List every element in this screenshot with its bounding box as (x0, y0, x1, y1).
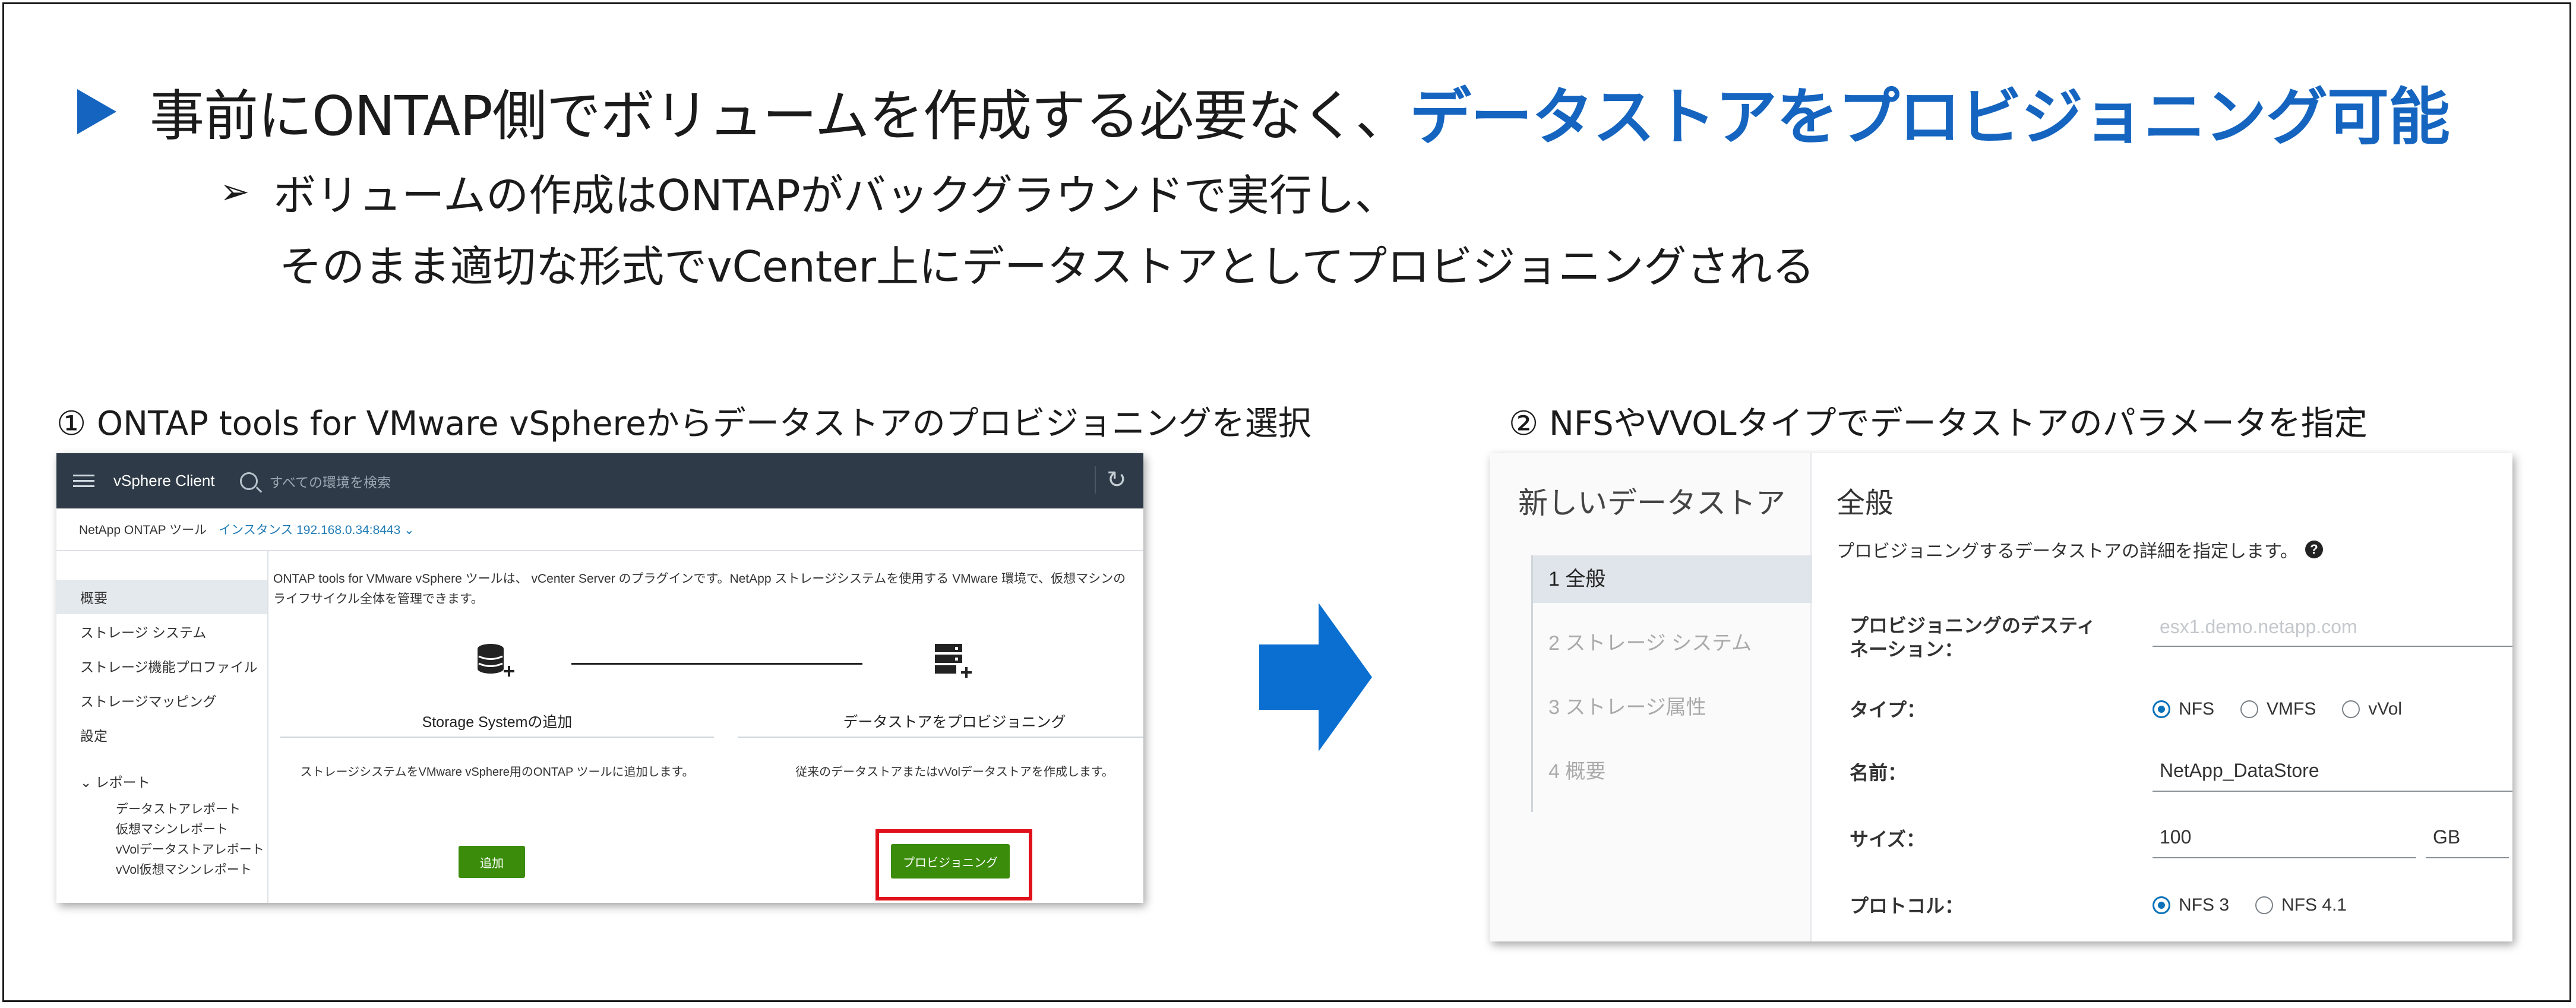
size-field[interactable]: 100 (2153, 823, 2416, 858)
highlight-box (875, 829, 1032, 900)
type-option-label: NFS (2179, 699, 2214, 719)
search-input[interactable]: すべての環境を検索 (270, 471, 391, 491)
radio-selected-icon[interactable] (2153, 896, 2170, 914)
sidebar-item-settings[interactable]: 設定 (56, 718, 267, 752)
arrowhead-bullet-icon: ➢ (220, 170, 250, 213)
protocol-radio-group: NFS 3 NFS 4.1 (2153, 895, 2373, 915)
help-icon[interactable]: ? (2305, 541, 2323, 558)
caption-left: ① ONTAP tools for VMware vSphereからデータストア… (56, 405, 1311, 443)
sidebar-item-reports[interactable]: ⌄ レポート (56, 764, 267, 798)
type-option-vvol[interactable]: vVol (2342, 699, 2402, 719)
type-label: タイプ： (1850, 699, 1926, 721)
radio-icon[interactable] (2342, 700, 2360, 718)
type-radio-group: NFS VMFS vVol (2153, 699, 2428, 719)
report-item-vm[interactable]: 仮想マシンレポート (56, 819, 267, 839)
wizard-description: プロビジョニングするデータストアの詳細を指定します。 ? (1837, 536, 2323, 563)
divider (280, 737, 714, 738)
headline-highlight: データストアをプロビジョニング可能 (1409, 81, 2450, 153)
destination-label: プロビジョニングのデスティネーション： (1850, 615, 2096, 660)
report-item-vvol-datastore[interactable]: vVolデータストアレポート (56, 839, 267, 859)
protocol-option-label: NFS 3 (2179, 895, 2230, 915)
panel-add-storage: Storage Systemの追加 ストレージシステムをVMware vSphe… (280, 640, 714, 902)
intro-text: ONTAP tools for VMware vSphere ツールは、 vCe… (273, 572, 1126, 606)
wizard-step-general[interactable]: 1 全般 (1533, 555, 1812, 603)
sidebar-item-storage-systems[interactable]: ストレージ システム (56, 614, 267, 649)
type-option-nfs[interactable]: NFS (2153, 699, 2214, 719)
type-option-vmfs[interactable]: VMFS (2240, 699, 2316, 719)
panel-provision-datastore: データストアをプロビジョニング 従来のデータストアまたはvVolデータストアを作… (738, 640, 1143, 902)
protocol-option-nfs3[interactable]: NFS 3 (2153, 895, 2229, 915)
wizard-step-storage-attributes[interactable]: 3 ストレージ属性 (1533, 684, 1812, 731)
sidebar-item-overview[interactable]: 概要 (56, 580, 267, 614)
wizard-step-summary[interactable]: 4 概要 (1533, 748, 1812, 795)
vsphere-top-bar: vSphere Client すべての環境を検索 ↻ (56, 453, 1143, 508)
add-button[interactable]: 追加 (459, 846, 525, 878)
type-option-label: vVol (2368, 699, 2403, 719)
protocol-option-label: NFS 4.1 (2281, 895, 2347, 915)
destination-field[interactable]: esx1.demo.netapp.com (2153, 612, 2512, 647)
sub-line-2: そのまま適切な形式でvCenter上にデータストアとしてプロビジョニングされる (279, 242, 1815, 292)
triangle-bullet-icon (77, 89, 116, 134)
panel-provision-title: データストアをプロビジョニング (843, 714, 1066, 731)
protocol-label: プロトコル： (1850, 895, 1964, 917)
server-add-icon (935, 644, 972, 678)
wizard-heading: 全般 (1837, 488, 1894, 519)
size-unit-select[interactable]: GB (2426, 823, 2509, 858)
menu-icon[interactable] (73, 475, 94, 487)
plugin-overview: ONTAP tools for VMware vSphere ツールは、 vCe… (268, 551, 1143, 903)
new-datastore-wizard: 新しいデータストア 1 全般 2 ストレージ システム 3 ストレージ属性 4 … (1490, 453, 2512, 941)
caption-right: ② NFSやVVOLタイプでデータストアのパラメータを指定 (1509, 405, 2368, 443)
radio-icon[interactable] (2240, 700, 2258, 718)
name-field[interactable]: NetApp_DataStore (2153, 756, 2512, 792)
wizard-step-storage-system[interactable]: 2 ストレージ システム (1533, 620, 1812, 667)
report-item-datastore[interactable]: データストアレポート (56, 798, 267, 819)
next-step-arrow-icon (1259, 603, 1372, 751)
plugin-label: NetApp ONTAP ツール (79, 523, 207, 537)
wizard-title: 新しいデータストア (1518, 486, 1785, 520)
headline-text: 事前にONTAP側でボリュームを作成する必要なく、 (150, 84, 1410, 148)
database-add-icon (478, 644, 514, 677)
panel-add-storage-title: Storage Systemの追加 (422, 714, 573, 731)
search-icon[interactable] (239, 472, 258, 490)
radio-selected-icon[interactable] (2153, 700, 2170, 718)
wizard-main: 全般 プロビジョニングするデータストアの詳細を指定します。 ? プロビジョニング… (1810, 453, 2512, 941)
wizard-sidebar: 新しいデータストア 1 全般 2 ストレージ システム 3 ストレージ属性 4 … (1490, 453, 1812, 941)
vsphere-client-screenshot: vSphere Client すべての環境を検索 ↻ NetApp ONTAP … (56, 453, 1143, 903)
panel-add-storage-desc: ストレージシステムをVMware vSphere用のONTAP ツールに追加しま… (300, 766, 694, 779)
sub-bullet: ➢ ボリュームの作成はONTAPがバックグラウンドで実行し、 (220, 160, 1398, 223)
plugin-bar: NetApp ONTAP ツール インスタンス 192.168.0.34:844… (56, 508, 1143, 551)
instance-selector[interactable]: インスタンス 192.168.0.34:8443 ⌄ (219, 520, 415, 538)
divider (738, 737, 1143, 738)
plugin-sidebar: 概要 ストレージ システム ストレージ機能プロファイル ストレージマッピング 設… (56, 551, 268, 903)
report-item-vvol-vm[interactable]: vVol仮想マシンレポート (56, 859, 267, 879)
sub-line-1: ボリュームの作成はONTAPがバックグラウンドで実行し、 (273, 170, 1398, 220)
name-label: 名前： (1850, 762, 1907, 783)
type-option-label: VMFS (2267, 699, 2316, 719)
app-title: vSphere Client (113, 472, 215, 489)
size-label: サイズ： (1850, 829, 1926, 850)
panel-provision-desc: 従来のデータストアまたはvVolデータストアを作成します。 (795, 766, 1114, 779)
wizard-description-text: プロビジョニングするデータストアの詳細を指定します。 (1837, 542, 2298, 561)
protocol-option-nfs41[interactable]: NFS 4.1 (2255, 895, 2347, 915)
slide-headline: 事前にONTAP側でボリュームを作成する必要なく、 データストアをプロビジョニン… (77, 67, 2450, 156)
wizard-steps: 1 全般 2 ストレージ システム 3 ストレージ属性 4 概要 (1531, 555, 1812, 812)
refresh-icon[interactable]: ↻ (1095, 466, 1134, 494)
sidebar-item-capability-profiles[interactable]: ストレージ機能プロファイル (56, 649, 267, 683)
radio-icon[interactable] (2255, 896, 2274, 914)
sidebar-item-storage-mapping[interactable]: ストレージマッピング (56, 683, 267, 718)
